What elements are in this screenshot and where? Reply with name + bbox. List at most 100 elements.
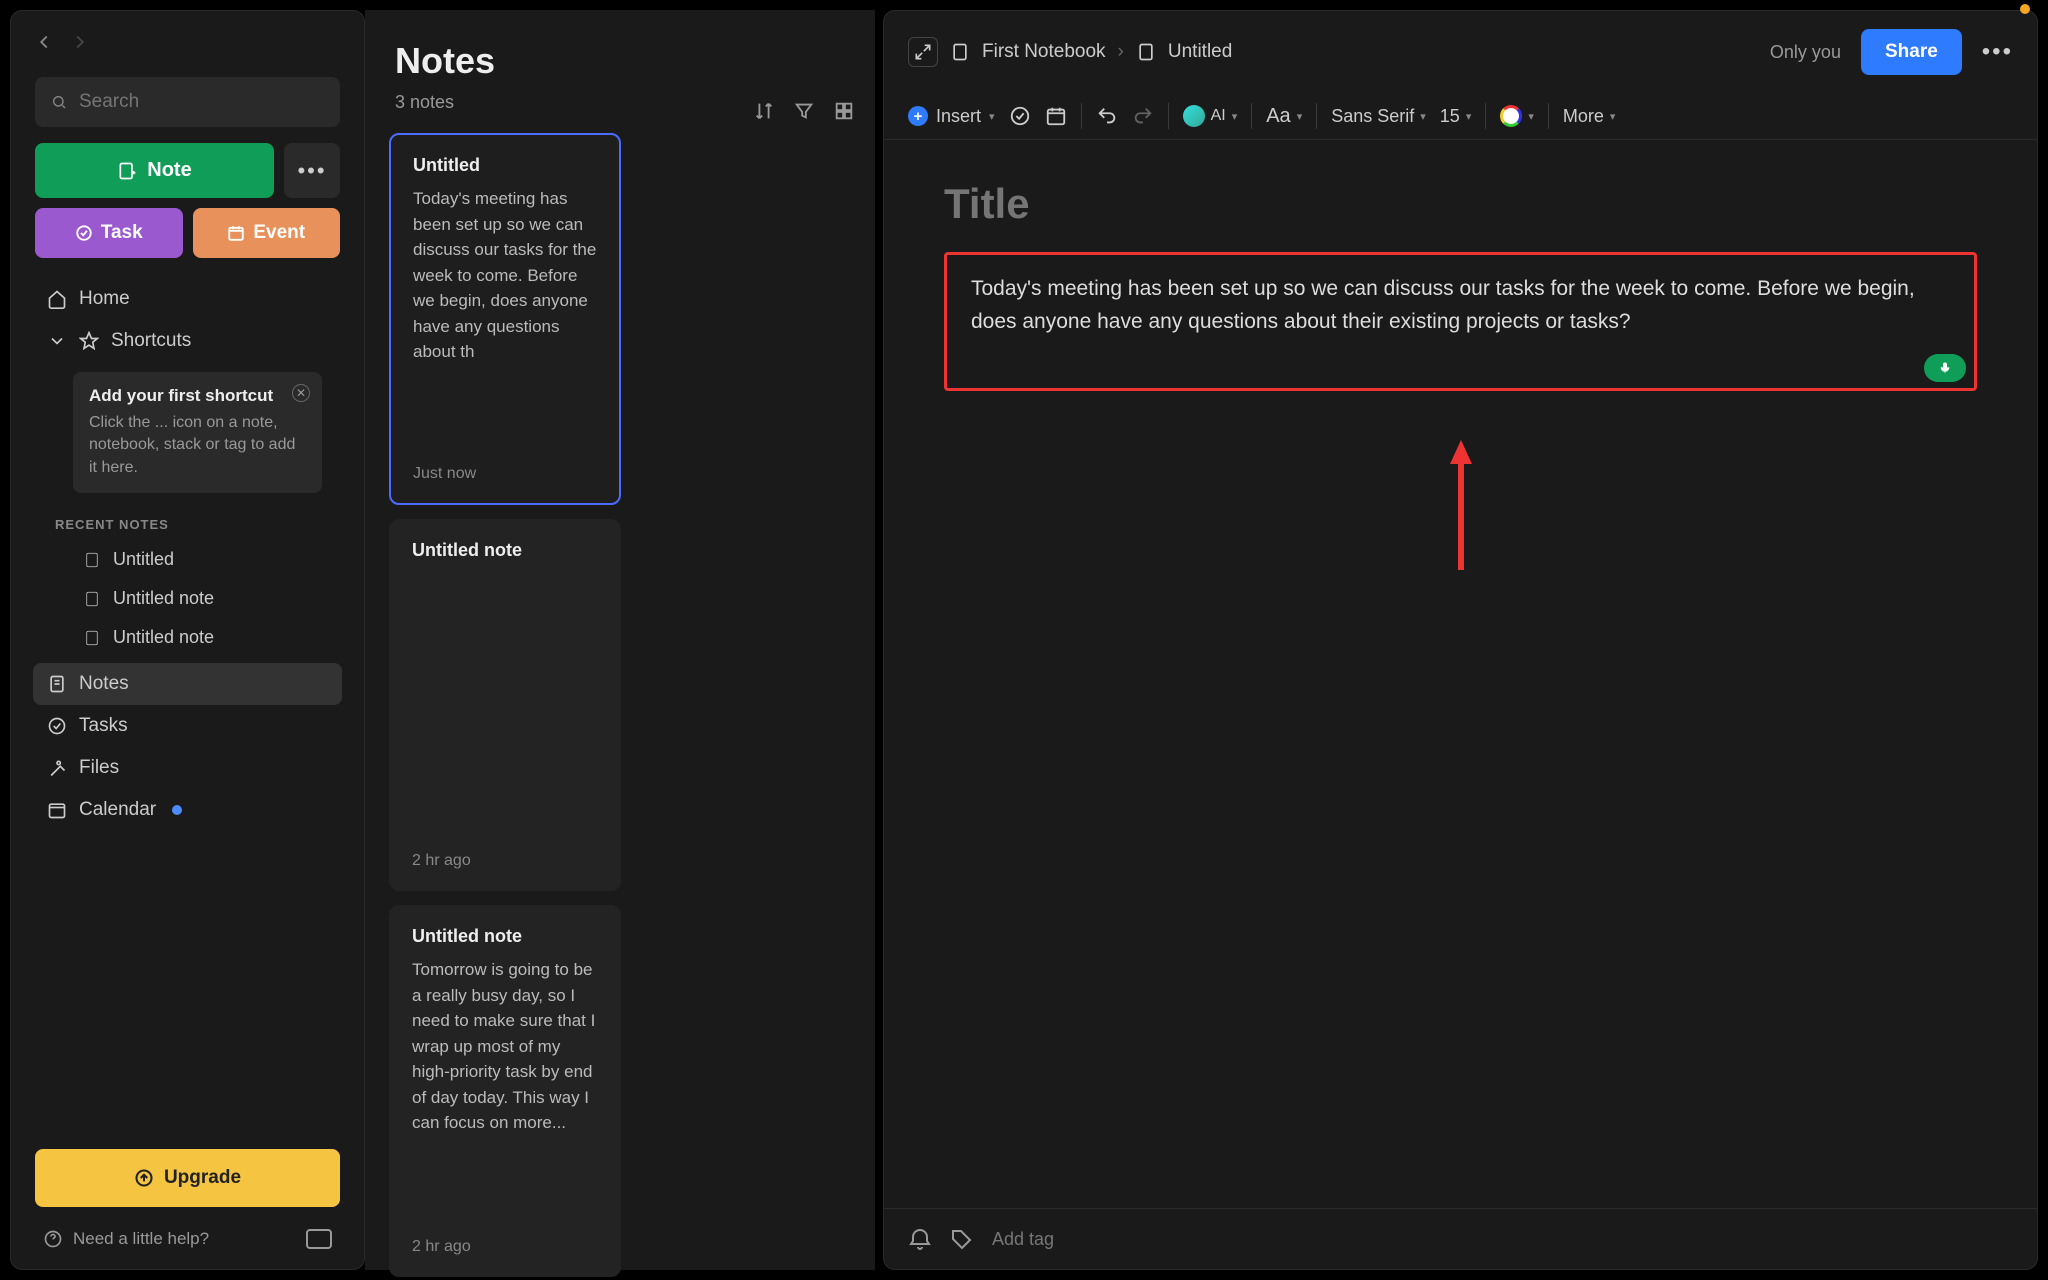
keyboard-shortcuts-button[interactable] (306, 1229, 332, 1249)
search-box[interactable] (35, 77, 340, 127)
caret-icon: ▾ (1297, 110, 1303, 123)
share-button[interactable]: Share (1861, 29, 1962, 75)
note-card-title: Untitled (413, 155, 597, 176)
back-icon[interactable] (33, 31, 55, 53)
caret-icon: ▾ (989, 110, 995, 123)
new-note-more-button[interactable]: ••• (284, 143, 340, 198)
search-icon (51, 92, 67, 112)
font-size-select[interactable]: 15 ▾ (1440, 106, 1472, 127)
recent-item-2[interactable]: Untitled note (33, 618, 342, 657)
note-card-2[interactable]: Untitled note Tomorrow is going to be a … (389, 905, 621, 1277)
ai-label: AI (1211, 107, 1226, 125)
new-event-button[interactable]: Event (193, 208, 341, 258)
recent-notes-label: RECENT NOTES (33, 509, 342, 540)
event-btn-label: Event (253, 222, 305, 244)
ai-avatar-icon (1183, 105, 1205, 127)
microphone-button[interactable] (1924, 354, 1966, 382)
notes-title: Notes (395, 40, 495, 82)
undo-icon[interactable] (1096, 105, 1118, 127)
ellipsis-icon: ••• (297, 158, 326, 184)
transcription-highlight-box: Today's meeting has been set up so we ca… (944, 252, 1977, 391)
reminder-icon[interactable] (908, 1227, 932, 1251)
insert-button[interactable]: + Insert ▾ (908, 106, 995, 127)
color-ring-icon (1500, 105, 1522, 127)
task-icon (75, 224, 93, 242)
nav-tasks-label: Tasks (79, 715, 128, 737)
caret-icon: ▾ (1610, 110, 1616, 123)
ai-button[interactable]: AI ▾ (1183, 105, 1238, 127)
recent-item-label: Untitled (113, 549, 174, 570)
shortcut-tip: ✕ Add your first shortcut Click the ... … (73, 372, 322, 493)
sort-icon[interactable] (753, 100, 775, 122)
recent-item-label: Untitled note (113, 588, 214, 609)
note-card-title: Untitled note (412, 926, 598, 947)
nav-files[interactable]: Files (33, 747, 342, 789)
new-note-button[interactable]: Note (35, 143, 274, 198)
notebook-name[interactable]: First Notebook (982, 41, 1106, 63)
window-indicator (2020, 4, 2030, 14)
breadcrumb-separator: › (1118, 41, 1124, 63)
note-title-input[interactable] (944, 180, 1977, 228)
insert-label: Insert (936, 106, 981, 127)
note-plus-icon (117, 161, 137, 181)
expand-button[interactable] (908, 37, 938, 67)
note-content[interactable]: Today's meeting has been set up so we ca… (971, 273, 1950, 338)
files-icon (47, 758, 67, 778)
nav-tasks[interactable]: Tasks (33, 705, 342, 747)
note-card-0[interactable]: Untitled Today's meeting has been set up… (389, 133, 621, 505)
search-input[interactable] (79, 91, 324, 113)
checkbox-icon[interactable] (1009, 105, 1031, 127)
tip-title: Add your first shortcut (89, 386, 306, 406)
view-icon[interactable] (833, 100, 855, 122)
calendar-plus-icon (227, 224, 245, 242)
note-card-body: Tomorrow is going to be a really busy da… (412, 957, 598, 1230)
note-name[interactable]: Untitled (1168, 41, 1232, 63)
close-tip-button[interactable]: ✕ (292, 384, 310, 402)
editor-panel: First Notebook › Untitled Only you Share… (883, 10, 2038, 1270)
redo-icon[interactable] (1132, 105, 1154, 127)
nav-calendar-label: Calendar (79, 799, 156, 821)
editor-toolbar: + Insert ▾ AI ▾ Aa ▾ Sans Serif (884, 93, 2037, 140)
font-size-label: 15 (1440, 106, 1460, 127)
forward-icon[interactable] (69, 31, 91, 53)
nav-notes[interactable]: Notes (33, 663, 342, 705)
recent-item-1[interactable]: Untitled note (33, 579, 342, 618)
more-formatting[interactable]: More ▾ (1563, 106, 1616, 127)
nav-calendar[interactable]: Calendar (33, 789, 342, 831)
text-style-select[interactable]: Aa ▾ (1266, 105, 1302, 128)
nav-home[interactable]: Home (33, 278, 342, 320)
toolbar-divider (1548, 103, 1549, 129)
recent-item-0[interactable]: Untitled (33, 540, 342, 579)
note-card-time: 2 hr ago (412, 852, 598, 870)
text-color-select[interactable]: ▾ (1500, 105, 1534, 127)
filter-icon[interactable] (793, 100, 815, 122)
calendar-icon[interactable] (1045, 105, 1067, 127)
sidebar: Note ••• Task Event Home Shortcuts (10, 10, 365, 1270)
tag-icon[interactable] (950, 1227, 974, 1251)
chevron-down-icon (47, 331, 67, 351)
tasks-icon (47, 716, 67, 736)
toolbar-divider (1316, 103, 1317, 129)
note-btn-label: Note (147, 159, 191, 182)
caret-icon: ▾ (1466, 110, 1472, 123)
help-icon (43, 1229, 63, 1249)
caret-icon: ▾ (1232, 110, 1238, 123)
upgrade-icon (134, 1168, 154, 1188)
note-card-body: Today's meeting has been set up so we ca… (413, 186, 597, 457)
help-link[interactable]: Need a little help? (43, 1229, 209, 1249)
task-btn-label: Task (101, 222, 143, 244)
calendar-indicator (172, 805, 182, 815)
caret-icon: ▾ (1420, 110, 1426, 123)
note-card-1[interactable]: Untitled note 2 hr ago (389, 519, 621, 891)
nav-notes-label: Notes (79, 673, 129, 695)
editor-body[interactable]: Today's meeting has been set up so we ca… (884, 140, 2037, 1208)
caret-icon: ▾ (1528, 110, 1534, 123)
font-family-select[interactable]: Sans Serif ▾ (1331, 106, 1426, 127)
expand-icon (913, 42, 933, 62)
nav-shortcuts[interactable]: Shortcuts (33, 320, 342, 362)
editor-more-button[interactable]: ••• (1982, 38, 2013, 66)
microphone-icon (1938, 361, 1952, 375)
add-tag-input[interactable]: Add tag (992, 1229, 1054, 1250)
new-task-button[interactable]: Task (35, 208, 183, 258)
upgrade-button[interactable]: Upgrade (35, 1149, 340, 1207)
